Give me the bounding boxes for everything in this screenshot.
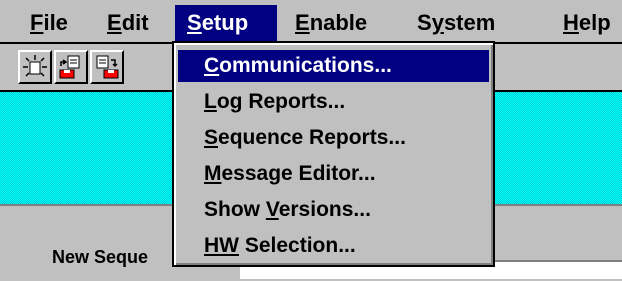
menu-enable[interactable]: Enable [283, 5, 379, 41]
show-versions-post: ersions... [278, 198, 371, 221]
menu-system-key: y [431, 10, 444, 35]
setup-dropdown-menu: Communications... Log Reports... Sequenc… [172, 41, 495, 267]
menu-system[interactable]: System [405, 5, 507, 41]
menu-enable-post: nable [309, 10, 368, 35]
save-button[interactable] [90, 50, 124, 84]
hw-selection-key: HW [204, 234, 239, 257]
menu-item-sequence-reports[interactable]: Sequence Reports... [178, 122, 489, 154]
menu-file-key: F [30, 10, 44, 35]
new-sequence-label: New Seque [52, 247, 149, 267]
menu-bar: File Edit Setup Enable System Help [0, 0, 622, 44]
hw-selection-post: Selection... [239, 234, 356, 257]
open-button[interactable] [54, 50, 88, 84]
menu-help[interactable]: Help [551, 5, 622, 41]
menu-edit-key: E [107, 10, 122, 35]
log-reports-post: og Reports... [216, 90, 346, 113]
show-versions-key: V [265, 198, 279, 221]
save-icon [96, 55, 119, 79]
menu-system-post: stem [443, 10, 496, 35]
communications-key: C [204, 54, 220, 77]
menu-system-pre: S [417, 10, 432, 35]
message-editor-post: essage Editor... [221, 162, 376, 185]
open-icon [59, 55, 80, 79]
menu-item-communications[interactable]: Communications... [178, 50, 489, 82]
sequence-reports-post: equence Reports... [218, 126, 406, 149]
menu-setup-post: etup [201, 10, 249, 35]
menu-item-log-reports[interactable]: Log Reports... [178, 86, 489, 118]
menu-enable-key: E [295, 10, 310, 35]
menu-file[interactable]: File [18, 5, 80, 41]
menu-setup[interactable]: Setup [175, 5, 277, 41]
menu-item-hw-selection[interactable]: HW Selection... [178, 230, 489, 262]
menu-edit-post: dit [121, 10, 149, 35]
show-versions-pre: Show [204, 198, 266, 221]
menu-help-key: H [563, 10, 579, 35]
menu-setup-key: S [187, 10, 202, 35]
communications-post: ommunications... [219, 54, 392, 77]
message-editor-key: M [204, 162, 222, 185]
menu-item-show-versions[interactable]: Show Versions... [178, 194, 489, 226]
new-button[interactable] [18, 50, 52, 84]
menu-edit[interactable]: Edit [95, 5, 161, 41]
sequence-reports-key: S [204, 126, 219, 149]
new-icon [23, 55, 47, 77]
menu-help-post: elp [578, 10, 611, 35]
log-reports-key: L [204, 90, 217, 113]
menu-file-post: ile [43, 10, 68, 35]
menu-item-message-editor[interactable]: Message Editor... [178, 158, 489, 190]
